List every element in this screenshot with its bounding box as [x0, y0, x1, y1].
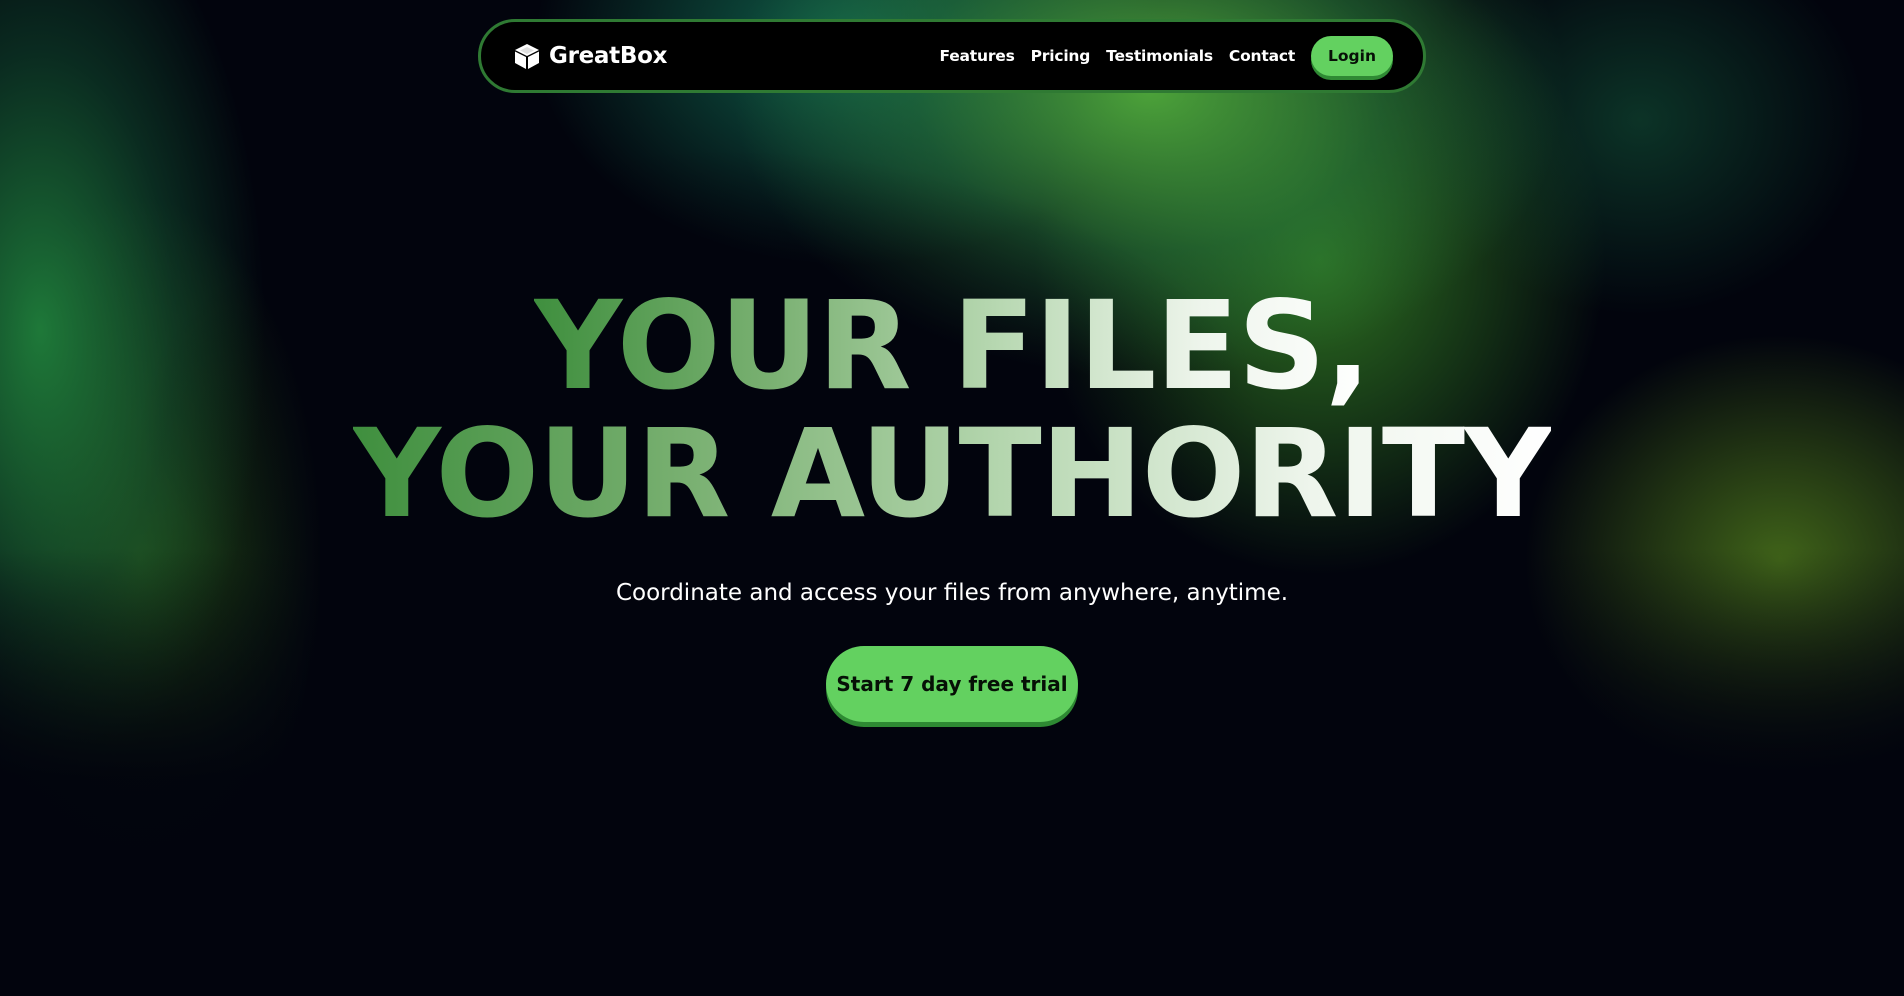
- hero-title-line-1: YOUR FILES,: [533, 275, 1371, 417]
- hero-section: YOUR FILES, YOUR AUTHORITY Coordinate an…: [0, 282, 1904, 722]
- brand-name: GreatBox: [549, 43, 668, 69]
- box-icon: [513, 42, 541, 70]
- login-button[interactable]: Login: [1311, 36, 1393, 76]
- nav-link-contact[interactable]: Contact: [1229, 47, 1295, 65]
- navbar: GreatBox Features Pricing Testimonials C…: [478, 19, 1426, 93]
- brand-logo[interactable]: GreatBox: [513, 42, 667, 70]
- landing-page: GreatBox Features Pricing Testimonials C…: [0, 0, 1904, 996]
- nav-links: Features Pricing Testimonials Contact Lo…: [939, 36, 1393, 76]
- nav-link-testimonials[interactable]: Testimonials: [1106, 47, 1213, 65]
- hero-subtitle: Coordinate and access your files from an…: [615, 580, 1289, 606]
- nav-link-pricing[interactable]: Pricing: [1031, 47, 1091, 65]
- hero-title-line-2: YOUR AUTHORITY: [352, 403, 1553, 545]
- nav-link-features[interactable]: Features: [939, 47, 1014, 65]
- hero-title: YOUR FILES, YOUR AUTHORITY: [0, 282, 1904, 538]
- start-trial-button[interactable]: Start 7 day free trial: [826, 646, 1078, 722]
